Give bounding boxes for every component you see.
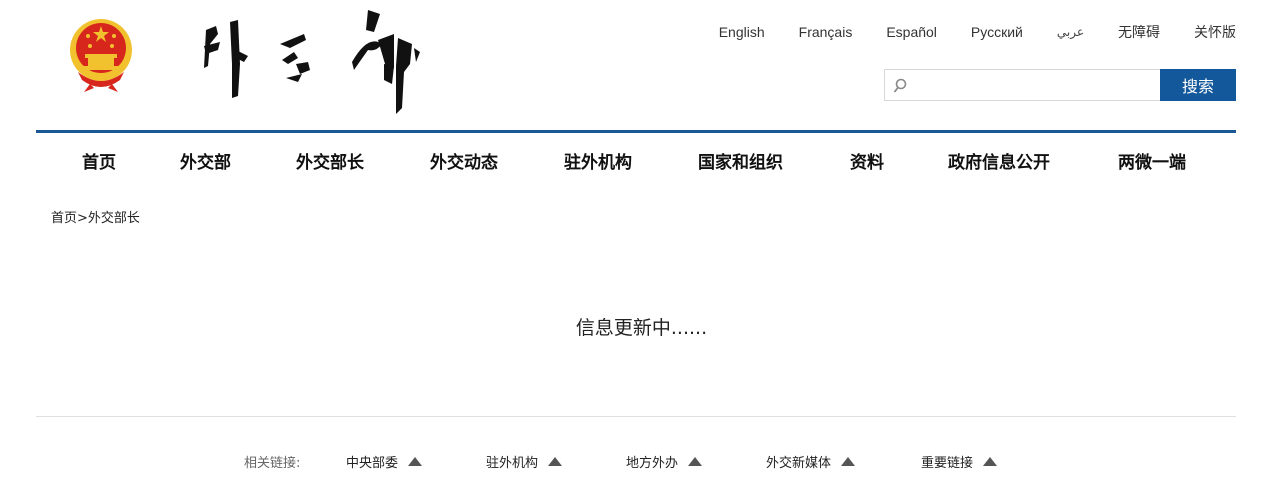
nav-item-media-platforms[interactable]: 两微一端: [1118, 148, 1186, 173]
lang-arabic[interactable]: عربي: [1057, 22, 1084, 42]
nav-item-countries-organizations[interactable]: 国家和组织: [698, 148, 783, 173]
triangle-up-icon: [841, 457, 856, 466]
search-box: [884, 69, 1160, 101]
related-link-missions-overseas[interactable]: 驻外机构: [486, 452, 563, 471]
elderly-care-version-link[interactable]: 关怀版: [1194, 22, 1236, 42]
triangle-up-icon: [408, 457, 423, 466]
related-link-important-links[interactable]: 重要链接: [921, 452, 998, 471]
search-icon: [893, 78, 907, 94]
nav-item-diplomatic-news[interactable]: 外交动态: [430, 148, 498, 173]
nav-item-missions-overseas[interactable]: 驻外机构: [564, 148, 632, 173]
related-link-label: 重要链接: [921, 456, 974, 471]
nav-item-minister[interactable]: 外交部长: [296, 148, 364, 173]
nav-item-resources[interactable]: 资料: [850, 148, 884, 173]
breadcrumb-current: 外交部长: [87, 211, 140, 226]
breadcrumb-home[interactable]: 首页: [51, 211, 77, 226]
breadcrumb-separator: >: [77, 211, 88, 226]
search-bar: 搜索: [884, 69, 1236, 101]
nav-item-home[interactable]: 首页: [82, 148, 116, 173]
related-links-label: 相关链接:: [244, 456, 301, 471]
triangle-up-icon: [548, 457, 563, 466]
breadcrumb: 首页>外交部长: [51, 207, 140, 226]
language-bar: English Français Español Русский عربي 无障…: [719, 22, 1236, 42]
triangle-up-icon: [983, 457, 998, 466]
calligraphy-logo-icon[interactable]: [198, 4, 426, 120]
status-message: 信息更新中......: [575, 317, 708, 339]
accessibility-link[interactable]: 无障碍: [1118, 22, 1160, 42]
national-emblem-icon[interactable]: [68, 6, 134, 94]
related-link-new-media[interactable]: 外交新媒体: [766, 452, 856, 471]
search-button[interactable]: 搜索: [1160, 69, 1236, 101]
related-link-label: 外交新媒体: [766, 456, 832, 471]
nav-item-ministry[interactable]: 外交部: [180, 148, 231, 173]
related-link-central-ministries[interactable]: 中央部委: [346, 452, 423, 471]
lang-russian[interactable]: Русский: [971, 22, 1023, 42]
related-link-local-foreign-affairs[interactable]: 地方外办: [626, 452, 703, 471]
lang-english[interactable]: English: [719, 22, 765, 42]
search-input[interactable]: [885, 70, 1160, 100]
footer-divider: [36, 416, 1236, 417]
related-link-label: 中央部委: [346, 456, 399, 471]
lang-french[interactable]: Français: [799, 22, 853, 42]
triangle-up-icon: [688, 457, 703, 466]
related-link-label: 驻外机构: [486, 456, 539, 471]
main-nav: 首页 外交部 外交部长 外交动态 驻外机构 国家和组织 资料 政府信息公开 两微…: [36, 130, 1236, 186]
lang-spanish[interactable]: Español: [886, 22, 937, 42]
nav-item-government-info[interactable]: 政府信息公开: [948, 148, 1050, 173]
related-link-label: 地方外办: [626, 456, 679, 471]
